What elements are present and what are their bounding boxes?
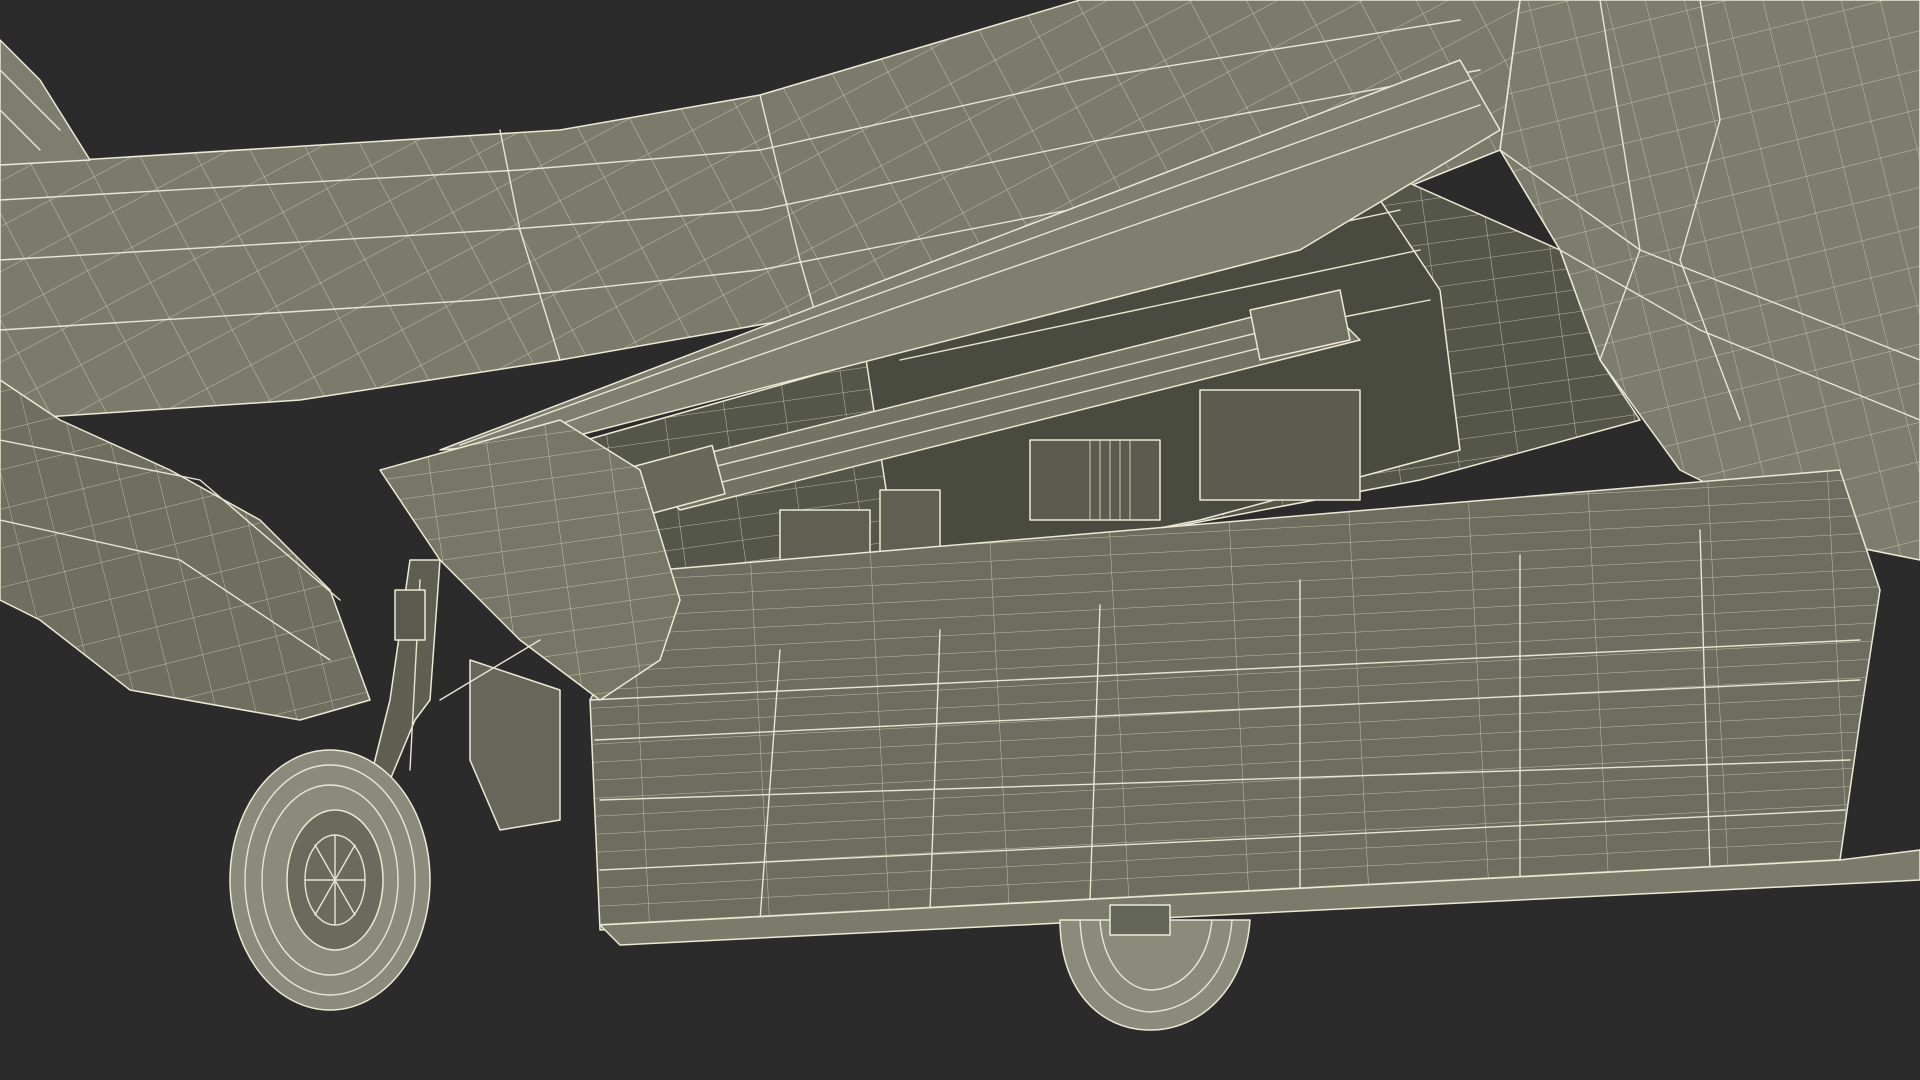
engine-intake-left (0, 379, 371, 721)
wing-tip-left (0, 39, 91, 166)
main-wheel-rear (1059, 904, 1251, 1031)
main-wheel-left (229, 749, 431, 1011)
aircraft-wireframe-model (0, 0, 1920, 1031)
render-viewport[interactable] (0, 0, 1920, 1080)
